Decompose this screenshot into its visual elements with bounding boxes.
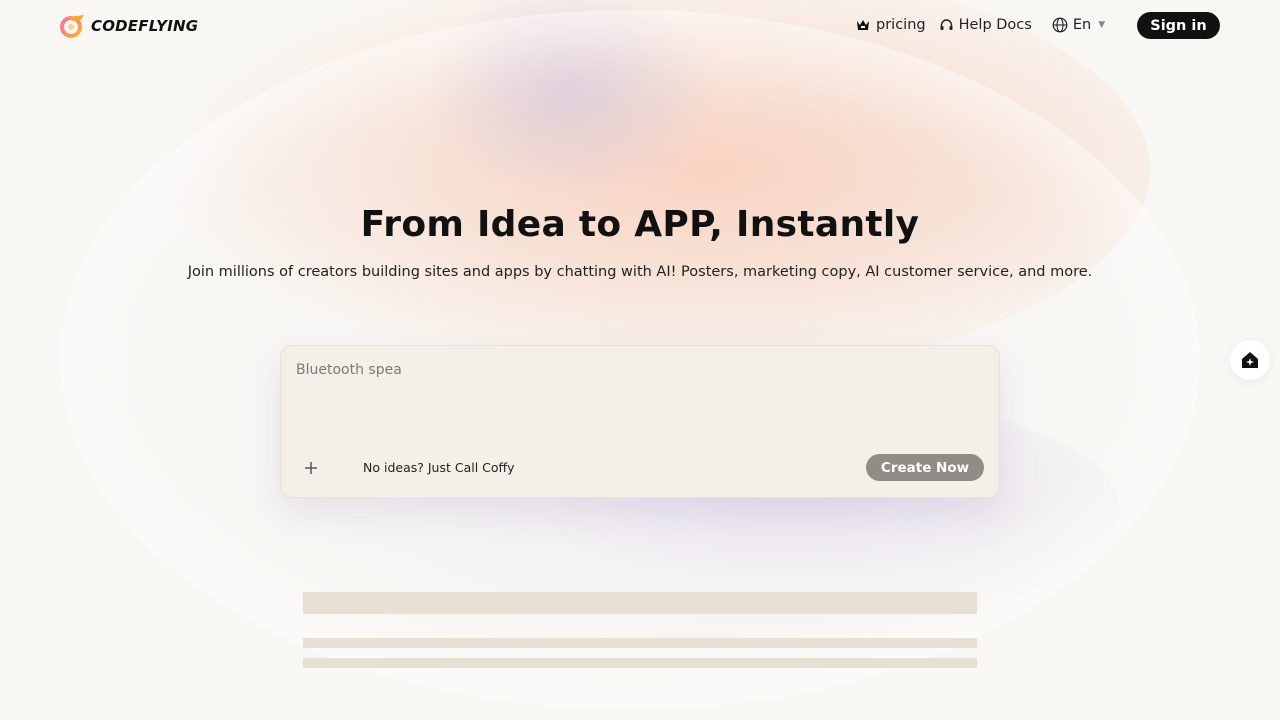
nav-help-docs[interactable]: Help Docs <box>939 17 1032 33</box>
logo[interactable]: CODEFLYING <box>60 13 198 39</box>
call-coffy-link[interactable]: No ideas? Just Call Coffy <box>363 460 515 475</box>
logo-icon <box>60 15 84 38</box>
prompt-card: No ideas? Just Call Coffy Create Now <box>280 345 1000 498</box>
attach-button[interactable] <box>301 458 321 478</box>
header: CODEFLYING pricing Help Docs En ▼ Sign i… <box>0 0 1280 52</box>
page: CODEFLYING pricing Help Docs En ▼ Sign i… <box>0 0 1280 720</box>
floating-action-button[interactable] <box>1230 340 1270 380</box>
logo-text: CODEFLYING <box>91 17 199 35</box>
prompt-input[interactable] <box>296 362 976 442</box>
skeleton-line <box>303 638 977 648</box>
nav-pricing-label: pricing <box>876 17 926 33</box>
skeleton-bar <box>303 592 977 614</box>
plus-icon <box>305 462 317 474</box>
headset-icon <box>940 18 953 30</box>
home-sparkle-icon <box>1242 352 1258 368</box>
nav-help-label: Help Docs <box>958 17 1032 33</box>
sign-in-button[interactable]: Sign in <box>1137 12 1220 39</box>
create-now-button[interactable]: Create Now <box>866 454 984 481</box>
crown-icon <box>857 20 869 30</box>
hero-subtitle: Join millions of creators building sites… <box>187 264 1093 280</box>
top-nav: pricing Help Docs En ▼ <box>855 15 1105 35</box>
skeleton-line <box>303 658 977 668</box>
background-glow-peach <box>170 0 1150 380</box>
language-selector[interactable]: En ▼ <box>1052 17 1105 33</box>
language-label: En <box>1072 17 1092 33</box>
hero-title: From Idea to APP, Instantly <box>360 204 920 245</box>
globe-icon <box>1052 17 1068 33</box>
nav-pricing[interactable]: pricing <box>855 17 926 33</box>
caret-down-icon: ▼ <box>1098 20 1106 30</box>
